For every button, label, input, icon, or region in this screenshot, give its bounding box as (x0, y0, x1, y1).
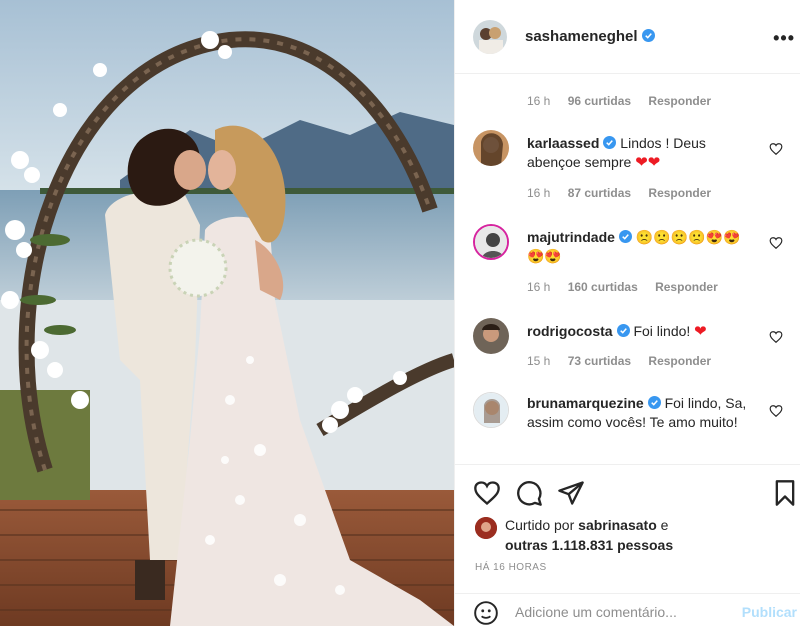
commenter-username[interactable]: karlaassed (527, 135, 599, 151)
commenter-avatar[interactable] (473, 392, 509, 428)
more-options-icon[interactable]: ••• (773, 28, 795, 49)
comment-time: 16 h (527, 186, 551, 200)
comment-time: 15 h (527, 354, 551, 368)
commenter-username[interactable]: rodrigocosta (527, 323, 613, 339)
comments-panel: sashameneghel ••• 16 h 96 curtidas Respo… (454, 0, 800, 626)
post-header: sashameneghel ••• (455, 0, 800, 74)
commenter-avatar[interactable] (473, 224, 509, 260)
comment-likes[interactable]: 160 curtidas (568, 280, 638, 294)
comment-icon[interactable] (515, 479, 543, 507)
likes-count[interactable]: outras 1.118.831 pessoas (505, 537, 673, 553)
heart-emoji: ❤ (694, 323, 707, 340)
verified-icon (603, 136, 617, 149)
reply-button[interactable]: Responder (648, 94, 711, 108)
reply-button[interactable]: Responder (648, 186, 711, 200)
comment-likes[interactable]: 96 curtidas (568, 94, 631, 108)
like-comment-icon[interactable] (769, 142, 783, 156)
liked-join: e (660, 517, 669, 533)
verified-icon (647, 396, 661, 409)
comment-text: Foi lindo! (633, 323, 691, 339)
like-comment-icon[interactable] (769, 236, 783, 250)
bookmark-icon[interactable] (771, 479, 799, 507)
wedding-photo (0, 0, 454, 626)
commenter-username[interactable]: majutrindade (527, 229, 615, 245)
post-actions: Curtido por sabrinasato e outras 1.118.8… (455, 464, 800, 626)
share-icon[interactable] (557, 479, 585, 507)
emoji-icon[interactable] (473, 600, 499, 626)
author-username[interactable]: sashameneghel (525, 28, 655, 45)
heart-icon[interactable] (473, 479, 501, 507)
verified-icon (618, 230, 632, 243)
add-comment-bar: Publicar (455, 593, 800, 626)
liker-username[interactable]: sabrinasato (578, 517, 657, 533)
comment-input[interactable] (515, 602, 715, 622)
like-comment-icon[interactable] (769, 404, 783, 418)
like-comment-icon[interactable] (769, 330, 783, 344)
commenter-avatar[interactable] (473, 130, 509, 166)
publish-button[interactable]: Publicar (742, 604, 797, 620)
liked-by: Curtido por sabrinasato e outras 1.118.8… (475, 515, 795, 555)
author-avatar[interactable] (473, 20, 507, 54)
post-timestamp[interactable]: HÁ 16 HORAS (475, 562, 547, 573)
reply-button[interactable]: Responder (648, 354, 711, 368)
heart-emoji: ❤❤ (635, 154, 661, 171)
commenter-username[interactable]: brunamarquezine (527, 395, 644, 411)
liker-avatar[interactable] (475, 517, 497, 539)
comment-likes[interactable]: 73 curtidas (568, 354, 631, 368)
reply-button[interactable]: Responder (655, 280, 718, 294)
commenter-avatar[interactable] (473, 318, 509, 354)
comment-meta: 16 h 96 curtidas Responder (527, 94, 725, 108)
verified-icon (616, 324, 630, 337)
post-photo[interactable] (0, 0, 454, 626)
comment-time: 16 h (527, 280, 551, 294)
liked-prefix: Curtido por (505, 517, 575, 533)
comment-likes[interactable]: 87 curtidas (568, 186, 631, 200)
comment-time: 16 h (527, 94, 551, 108)
verified-icon (641, 29, 655, 42)
